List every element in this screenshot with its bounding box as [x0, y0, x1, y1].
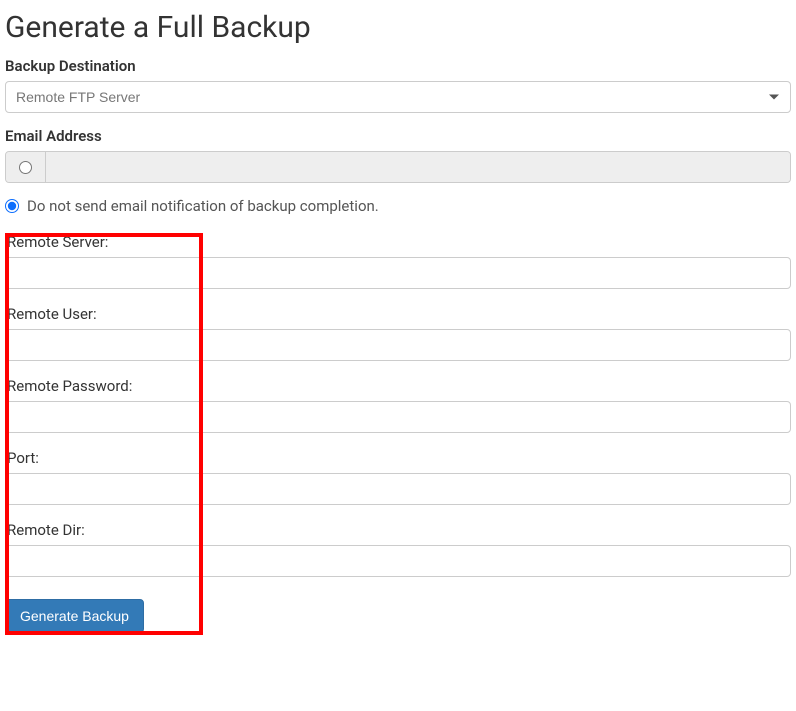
no-email-label: Do not send email notification of backup… — [27, 197, 379, 215]
no-email-row: Do not send email notification of backup… — [5, 197, 791, 215]
email-enable-radio[interactable] — [19, 161, 32, 174]
remote-user-label: Remote User: — [5, 305, 791, 323]
backup-destination-label: Backup Destination — [5, 57, 791, 75]
remote-password-input[interactable] — [5, 401, 791, 433]
email-address-label: Email Address — [5, 127, 791, 145]
backup-destination-select[interactable]: Remote FTP Server — [5, 81, 791, 113]
remote-server-input[interactable] — [5, 257, 791, 289]
port-label: Port: — [5, 449, 791, 467]
generate-backup-button[interactable]: Generate Backup — [5, 599, 144, 633]
remote-user-input[interactable] — [5, 329, 791, 361]
remote-dir-label: Remote Dir: — [5, 521, 791, 539]
email-address-row — [5, 151, 791, 183]
email-input[interactable] — [46, 152, 790, 182]
port-input[interactable] — [5, 473, 791, 505]
page-title: Generate a Full Backup — [5, 10, 791, 45]
remote-server-label: Remote Server: — [5, 233, 791, 251]
remote-dir-input[interactable] — [5, 545, 791, 577]
remote-password-label: Remote Password: — [5, 377, 791, 395]
email-enable-radio-box — [6, 152, 46, 182]
no-email-radio[interactable] — [5, 199, 19, 213]
